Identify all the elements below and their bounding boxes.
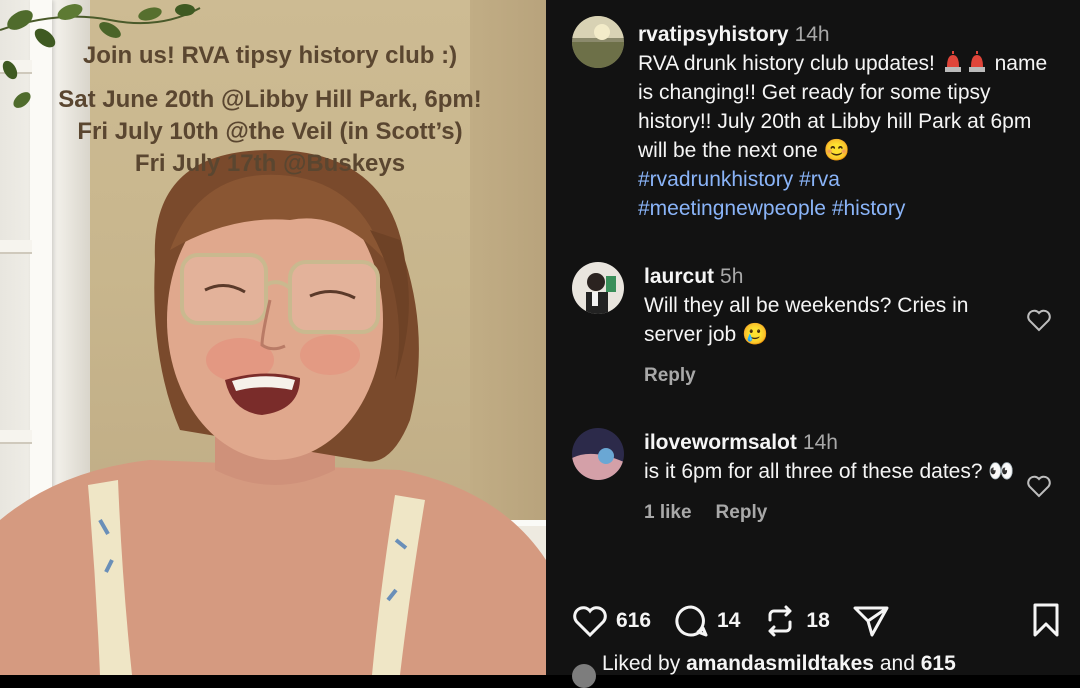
author-avatar-image (572, 16, 624, 68)
siren-icon (944, 51, 961, 72)
liked-by-user[interactable]: amandasmildtakes (686, 652, 874, 675)
comment-button[interactable]: 14 (673, 604, 740, 638)
reply-button[interactable]: Reply (644, 365, 696, 386)
repost-button[interactable]: 18 (762, 604, 830, 638)
comment-bubble-icon (675, 605, 708, 637)
hashtag[interactable]: #meetingnewpeople (638, 197, 826, 220)
comments-panel: rvatipsyhistory 14h RVA drunk history clu… (546, 0, 1080, 688)
hashtag[interactable]: #rvadrunkhistory (638, 168, 793, 191)
share-button[interactable] (852, 604, 898, 638)
comment-emoji: 🥲 (742, 323, 769, 346)
bookmark-icon[interactable] (1030, 602, 1062, 638)
liked-by-prefix: Liked by (602, 652, 681, 675)
commenter-avatar-image (572, 428, 624, 480)
liked-by-text[interactable]: Liked by amandasmildtakes and 615 (602, 652, 1062, 676)
action-bar: 616 14 18 (572, 600, 1062, 642)
like-count: 616 (616, 609, 652, 632)
like-button[interactable]: 616 (572, 604, 651, 638)
reply-button[interactable]: Reply (716, 502, 768, 523)
caption-line-1: RVA drunk history club updates! (638, 52, 935, 75)
heart-icon[interactable] (1026, 474, 1052, 498)
repost-count: 18 (806, 609, 830, 632)
commenter-avatar[interactable] (572, 428, 624, 480)
overlay-title: Join us! RVA tipsy history club :) (20, 40, 520, 72)
siren-icon (968, 51, 985, 72)
commenter-username[interactable]: laurcut (644, 265, 714, 288)
reel-view: Join us! RVA tipsy history club :) Sat J… (0, 0, 1080, 688)
overlay-title-text: Join us! RVA tipsy history club :) (82, 42, 458, 69)
comment-emoji: 👀 (988, 460, 1015, 483)
hashtag[interactable]: #rva (799, 168, 840, 191)
repost-icon (768, 605, 792, 637)
overlay-date-line: Fri July 10th @the Veil (in Scott’s) (77, 118, 463, 145)
comment-time: 14h (802, 431, 838, 454)
caption-text: rvatipsyhistory 14h RVA drunk history clu… (638, 20, 1058, 223)
post-time: 14h (794, 23, 830, 46)
comment-text: Will they all be weekends? Cries in serv… (644, 294, 969, 346)
comment-meta: Reply (644, 361, 1024, 390)
liked-by-count[interactable]: 615 (921, 652, 956, 675)
liked-by-avatar (572, 664, 596, 688)
overlay-date-line: Sat June 20th @Libby Hill Park, 6pm! (58, 86, 482, 113)
comment-time: 5h (720, 265, 744, 288)
comment-body: ilovewormsalot 14h is it 6pm for all thre… (644, 428, 1024, 527)
heart-icon[interactable] (1026, 308, 1052, 332)
heart-icon (573, 606, 607, 638)
overlay-date-line: Fri July 17th @Buskeys (134, 150, 406, 177)
comment-body: laurcut 5h Will they all be weekends? Cri… (644, 262, 1024, 390)
smile-emoji: 😊 (823, 139, 850, 162)
send-icon (853, 606, 889, 637)
video-player[interactable]: Join us! RVA tipsy history club :) Sat J… (0, 0, 546, 675)
hashtag[interactable]: #history (832, 197, 906, 220)
overlay-dates: Sat June 20th @Libby Hill Park, 6pm! Fri… (20, 84, 520, 180)
commenter-avatar[interactable] (572, 262, 624, 314)
comment-count: 14 (717, 609, 741, 632)
comment-like-count[interactable]: 1 like (644, 502, 692, 523)
commenter-username[interactable]: ilovewormsalot (644, 431, 797, 454)
commenter-avatar-image (572, 262, 624, 314)
liked-by-suffix: and (879, 652, 915, 675)
comment-text: is it 6pm for all three of these dates? (644, 460, 983, 483)
author-username[interactable]: rvatipsyhistory (638, 23, 789, 46)
comment-meta: 1 like Reply (644, 498, 1024, 527)
author-avatar[interactable] (572, 16, 624, 68)
